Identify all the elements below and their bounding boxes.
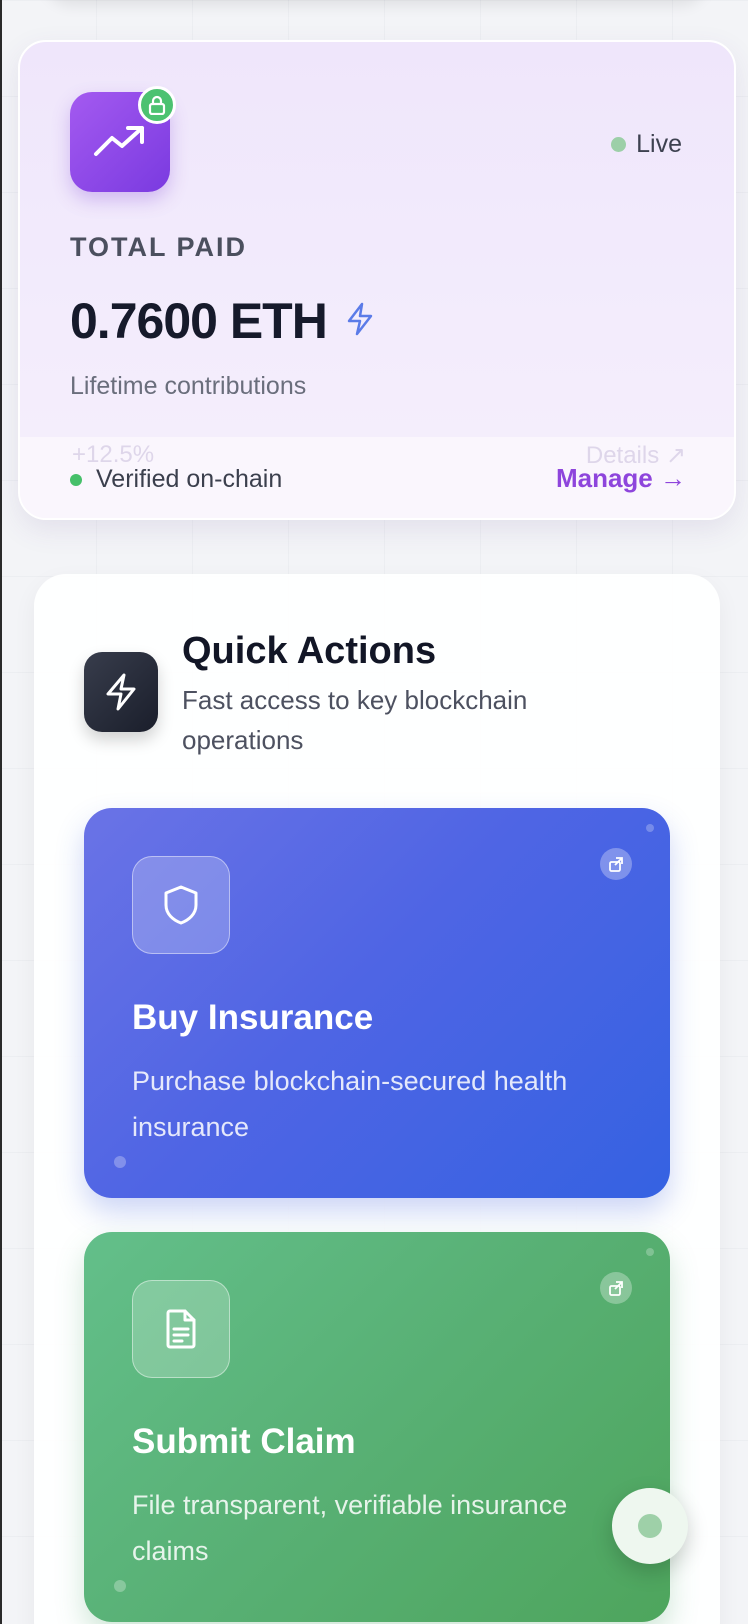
external-link-icon[interactable] (600, 848, 632, 880)
decor-dot (114, 1156, 126, 1168)
live-indicator: Live (611, 130, 682, 159)
status-dot-icon (70, 473, 82, 486)
stat-label: TOTAL PAID (70, 232, 248, 262)
floating-action-button[interactable] (612, 1488, 688, 1564)
buy-insurance-description: Purchase blockchain-secured health insur… (132, 1066, 568, 1142)
lock-icon (138, 86, 176, 124)
quick-actions-panel: Quick Actions Fast access to key blockch… (34, 574, 720, 1624)
lightning-icon (345, 302, 375, 341)
stat-value: 0.7600 ETH (70, 292, 375, 350)
decor-dot (646, 824, 654, 832)
verified-label: Verified on-chain (96, 465, 283, 493)
live-label: Live (636, 130, 682, 158)
stat-value-number: 0.7600 ETH (70, 293, 328, 349)
external-link-icon[interactable] (600, 1272, 632, 1304)
shield-icon (132, 856, 230, 954)
fab-dot-icon (638, 1514, 662, 1538)
live-dot-icon (611, 137, 627, 152)
manage-link[interactable]: Manage → (556, 463, 686, 494)
quick-actions-subtitle: Fast access to key blockchain operations (182, 685, 528, 755)
stat-footer: +12.5% Details ↗ Verified on-chain Manag… (20, 437, 734, 518)
decor-dot (114, 1580, 126, 1592)
submit-claim-description: File transparent, verifiable insurance c… (132, 1490, 568, 1566)
buy-insurance-card[interactable]: Buy Insurance Purchase blockchain-secure… (84, 808, 670, 1198)
submit-claim-title: Submit Claim (132, 1422, 356, 1461)
lightning-icon (84, 652, 158, 732)
decor-dot (646, 1248, 654, 1256)
verified-status: Verified on-chain (70, 465, 282, 494)
quick-actions-title: Quick Actions (182, 630, 437, 672)
document-icon (132, 1280, 230, 1378)
stat-subtitle: Lifetime contributions (70, 372, 307, 400)
submit-claim-card[interactable]: Submit Claim File transparent, verifiabl… (84, 1232, 670, 1622)
total-paid-card[interactable]: Live TOTAL PAID 0.7600 ETH Lifetime cont… (18, 40, 736, 520)
window-edge (0, 0, 2, 1624)
buy-insurance-title: Buy Insurance (132, 998, 374, 1037)
